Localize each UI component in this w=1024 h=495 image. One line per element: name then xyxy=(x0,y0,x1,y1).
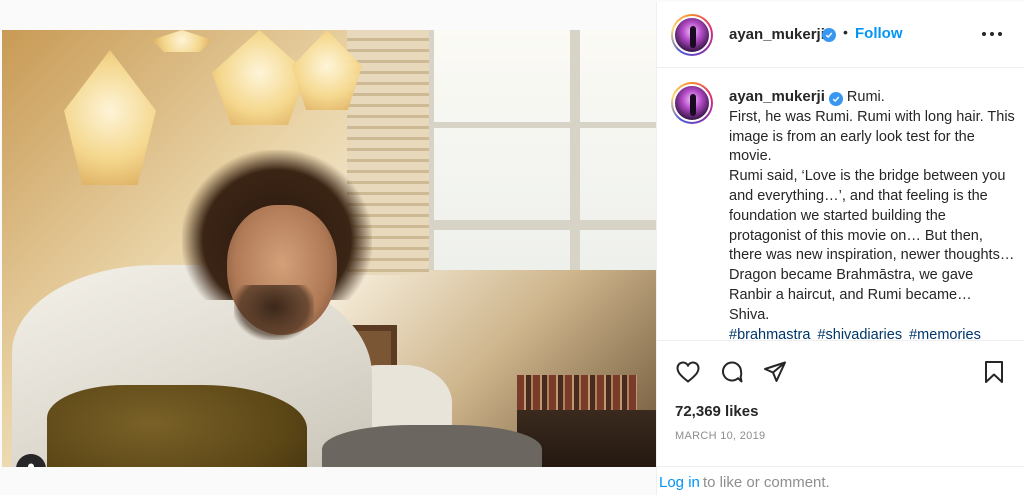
hashtag-link[interactable]: #shivadiaries xyxy=(817,327,902,339)
post-actions: 72,369 likes MARCH 10, 2019 Log in to li… xyxy=(657,340,1024,495)
verified-badge-icon xyxy=(828,92,843,106)
caption-line: Rumi said, ‘Love is the bridge between y… xyxy=(729,168,1015,323)
hashtag-link[interactable]: #memories xyxy=(909,327,981,339)
caption-line: First, he was Rumi. Rumi with long hair.… xyxy=(729,108,1015,165)
caption-title: Rumi. xyxy=(846,89,885,105)
verified-badge-icon xyxy=(822,28,836,42)
login-link[interactable]: Log in xyxy=(659,474,700,491)
comment-icon[interactable] xyxy=(719,359,745,385)
heart-icon[interactable] xyxy=(675,359,701,385)
avatar[interactable] xyxy=(671,14,713,56)
caption: ayan_mukerji Rumi. First, he was Rumi. R… xyxy=(729,87,1015,339)
comment-prompt-text: to like or comment. xyxy=(703,474,830,491)
bottom-strip xyxy=(0,467,656,495)
more-horizontal-icon[interactable] xyxy=(982,26,1002,42)
avatar[interactable] xyxy=(671,82,713,124)
paper-lamp xyxy=(152,30,212,52)
post-date[interactable]: MARCH 10, 2019 xyxy=(675,430,765,442)
post-image[interactable] xyxy=(2,30,656,467)
likes-count[interactable]: 72,369 likes xyxy=(675,403,758,420)
instagram-post: ayan_mukerji • Follow ayan_mukerji Rumi.… xyxy=(0,0,1024,495)
blanket xyxy=(322,425,542,467)
send-icon[interactable] xyxy=(762,359,788,385)
person-beard xyxy=(234,285,314,340)
author-username[interactable]: ayan_mukerji xyxy=(729,26,825,43)
bookmark-icon[interactable] xyxy=(981,359,1007,385)
caption-area: ayan_mukerji Rumi. First, he was Rumi. R… xyxy=(657,69,1024,339)
paper-lamp xyxy=(212,30,307,125)
comment-prompt: Log in to like or comment. xyxy=(657,466,1024,495)
top-strip xyxy=(0,0,656,30)
post-header: ayan_mukerji • Follow xyxy=(657,2,1024,68)
follow-button[interactable]: Follow xyxy=(855,25,903,42)
bag xyxy=(47,385,307,467)
caption-username[interactable]: ayan_mukerji xyxy=(729,88,825,105)
separator-dot: • xyxy=(843,24,848,40)
hashtag-link[interactable]: #brahmastra xyxy=(729,327,810,339)
hashtags: #brahmastra #shivadiaries #memories xyxy=(729,326,1015,339)
window xyxy=(420,30,656,270)
post-side-panel: ayan_mukerji • Follow ayan_mukerji Rumi.… xyxy=(656,2,1024,495)
paper-lamp xyxy=(64,50,156,185)
